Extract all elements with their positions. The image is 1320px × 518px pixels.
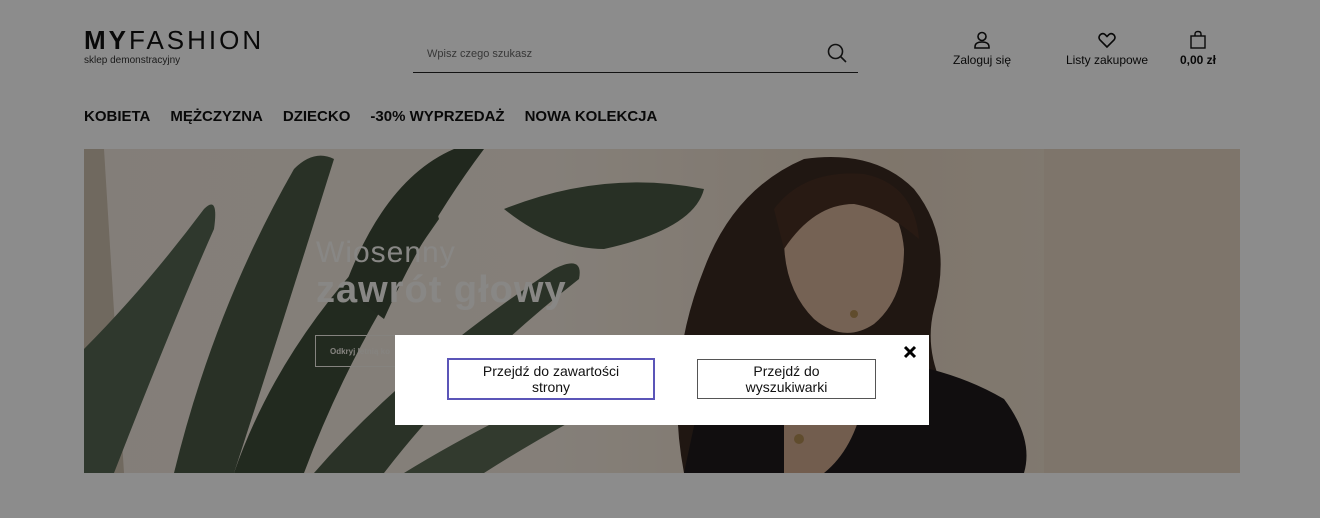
modal-overlay[interactable] — [0, 0, 1320, 518]
skip-to-content-button[interactable]: Przejdź do zawartości strony — [447, 358, 655, 400]
skip-links-dialog: Przejdź do zawartości strony Przejdź do … — [395, 335, 929, 425]
close-icon[interactable] — [901, 343, 919, 361]
skip-to-search-button[interactable]: Przejdź do wyszukiwarki — [697, 359, 876, 399]
